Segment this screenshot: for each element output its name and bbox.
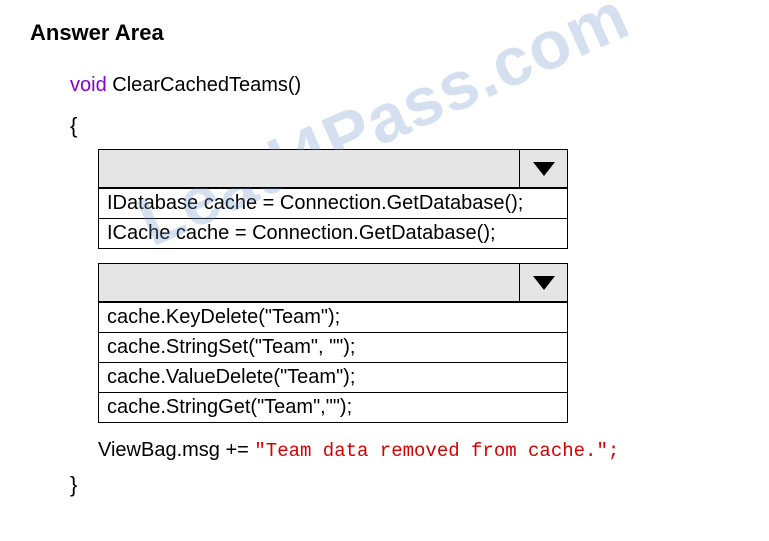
dropdown-2-option[interactable]: cache.StringSet("Team", ""); <box>99 332 567 362</box>
dropdown-2-header[interactable] <box>99 264 567 302</box>
method-signature: void ClearCachedTeams() <box>70 74 739 97</box>
dropdown-2-option[interactable]: cache.ValueDelete("Team"); <box>99 362 567 392</box>
viewbag-line: ViewBag.msg += "Team data removed from c… <box>98 439 739 462</box>
dropdown-2[interactable]: cache.KeyDelete("Team"); cache.StringSet… <box>98 263 568 423</box>
brace-close: } <box>70 472 739 498</box>
page-title: Answer Area <box>30 20 739 46</box>
dropdown-2-option[interactable]: cache.StringGet("Team",""); <box>99 392 567 422</box>
dropdown-2-option[interactable]: cache.KeyDelete("Team"); <box>99 302 567 332</box>
dropdown-1-option[interactable]: IDatabase cache = Connection.GetDatabase… <box>99 188 567 218</box>
viewbag-string: "Team data removed from cache."; <box>254 440 619 462</box>
viewbag-lhs: ViewBag.msg += <box>98 439 254 461</box>
dropdown-1[interactable]: IDatabase cache = Connection.GetDatabase… <box>98 149 568 249</box>
method-name: ClearCachedTeams() <box>107 74 302 96</box>
dropdown-1-header[interactable] <box>99 150 567 188</box>
content-area: void ClearCachedTeams() { IDatabase cach… <box>30 74 739 498</box>
dropdown-1-trigger[interactable] <box>519 150 567 188</box>
dropdown-2-trigger[interactable] <box>519 264 567 302</box>
brace-open: { <box>70 113 739 139</box>
dropdown-1-option[interactable]: ICache cache = Connection.GetDatabase(); <box>99 218 567 248</box>
chevron-down-icon <box>533 162 555 176</box>
keyword-void: void <box>70 74 107 96</box>
chevron-down-icon <box>533 276 555 290</box>
